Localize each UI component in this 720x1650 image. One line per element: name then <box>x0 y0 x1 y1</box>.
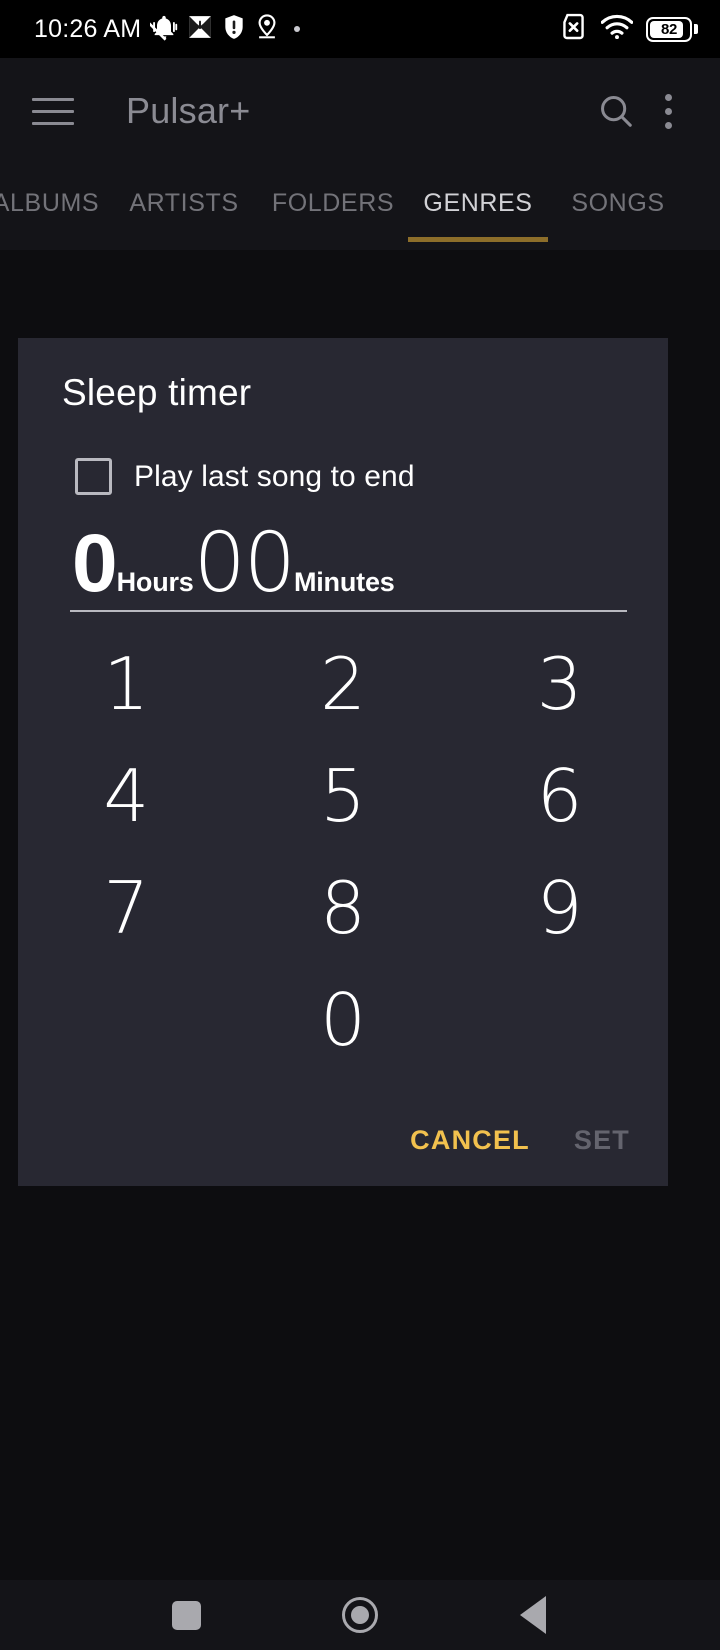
status-bar-left: 10:26 AM <box>34 13 559 46</box>
sleep-timer-dialog: Sleep timer Play last song to end 0 Hour… <box>18 338 668 1186</box>
dialog-title: Sleep timer <box>62 372 252 413</box>
key-blank-right <box>451 964 668 1076</box>
recents-button[interactable] <box>152 1585 222 1645</box>
minutes-unit-label: Minutes <box>293 567 395 597</box>
numeric-keypad: 1 2 3 4 5 6 7 8 9 0 <box>18 628 668 1076</box>
tab-bar[interactable]: ALBUMS ARTISTS FOLDERS GENRES SONGS <box>0 164 720 250</box>
home-circle-icon <box>341 1597 378 1633</box>
key-9[interactable]: 9 <box>451 852 668 964</box>
dot-indicator-icon <box>294 26 301 32</box>
phone-screen: 10:26 AM 82 Pulsar+ ALBUMS ARTISTS FOLDE… <box>0 0 720 1650</box>
tab-label: ALBUMS <box>0 188 100 217</box>
play-last-song-checkbox-row[interactable]: Play last song to end <box>75 458 415 495</box>
play-last-song-label: Play last song to end <box>134 459 415 493</box>
key-0[interactable]: 0 <box>235 964 452 1076</box>
recents-square-icon <box>172 1600 202 1630</box>
battery-icon: 82 <box>646 16 698 42</box>
tab-label: FOLDERS <box>271 188 395 217</box>
key-blank-left <box>18 964 235 1076</box>
tab-genres[interactable]: GENRES <box>408 164 548 242</box>
status-bar-right: 82 <box>559 12 698 46</box>
minutes-value: 00 <box>193 516 296 611</box>
dialog-actions: CANCEL SET <box>406 1115 634 1166</box>
cancel-button[interactable]: CANCEL <box>406 1115 534 1166</box>
set-button[interactable]: SET <box>570 1115 634 1166</box>
tab-label: ARTISTS <box>129 188 239 217</box>
back-triangle-icon <box>520 1596 547 1634</box>
key-4[interactable]: 4 <box>18 740 235 852</box>
hours-value: 0 <box>72 518 118 609</box>
key-7[interactable]: 7 <box>18 852 235 964</box>
app-update-icon <box>187 14 213 45</box>
overflow-menu-icon[interactable] <box>642 85 694 137</box>
sim-missing-icon <box>559 12 588 46</box>
home-button[interactable] <box>325 1585 395 1645</box>
key-3[interactable]: 3 <box>451 628 668 740</box>
tab-artists[interactable]: ARTISTS <box>110 164 258 242</box>
key-2[interactable]: 2 <box>235 628 452 740</box>
key-6[interactable]: 6 <box>451 740 668 852</box>
status-clock: 10:26 AM <box>34 14 142 43</box>
battery-level-text: 82 <box>660 20 678 38</box>
back-button[interactable] <box>498 1585 568 1645</box>
time-display-divider <box>70 610 627 612</box>
tab-label: SONGS <box>571 188 665 217</box>
tab-albums[interactable]: ALBUMS <box>0 164 110 242</box>
wifi-icon <box>600 14 634 45</box>
system-navigation-bar <box>0 1580 720 1650</box>
location-pin-icon <box>255 13 279 45</box>
time-display: 0 Hours 00 Minutes <box>72 523 395 613</box>
key-8[interactable]: 8 <box>235 852 452 964</box>
tab-label: GENRES <box>423 188 533 217</box>
hours-unit-label: Hours <box>116 567 194 597</box>
status-bar: 10:26 AM 82 <box>0 0 720 58</box>
tab-folders[interactable]: FOLDERS <box>258 164 408 242</box>
tab-active-indicator <box>408 237 548 242</box>
shield-alert-icon <box>222 14 246 45</box>
key-1[interactable]: 1 <box>18 628 235 740</box>
hamburger-menu-icon[interactable] <box>32 89 76 133</box>
play-last-song-checkbox[interactable] <box>75 458 112 495</box>
page-title: Pulsar+ <box>126 90 251 131</box>
search-icon[interactable] <box>590 85 642 137</box>
vibrate-off-icon <box>143 13 178 46</box>
tab-songs[interactable]: SONGS <box>548 164 688 242</box>
app-bar: Pulsar+ <box>0 58 720 164</box>
key-5[interactable]: 5 <box>235 740 452 852</box>
